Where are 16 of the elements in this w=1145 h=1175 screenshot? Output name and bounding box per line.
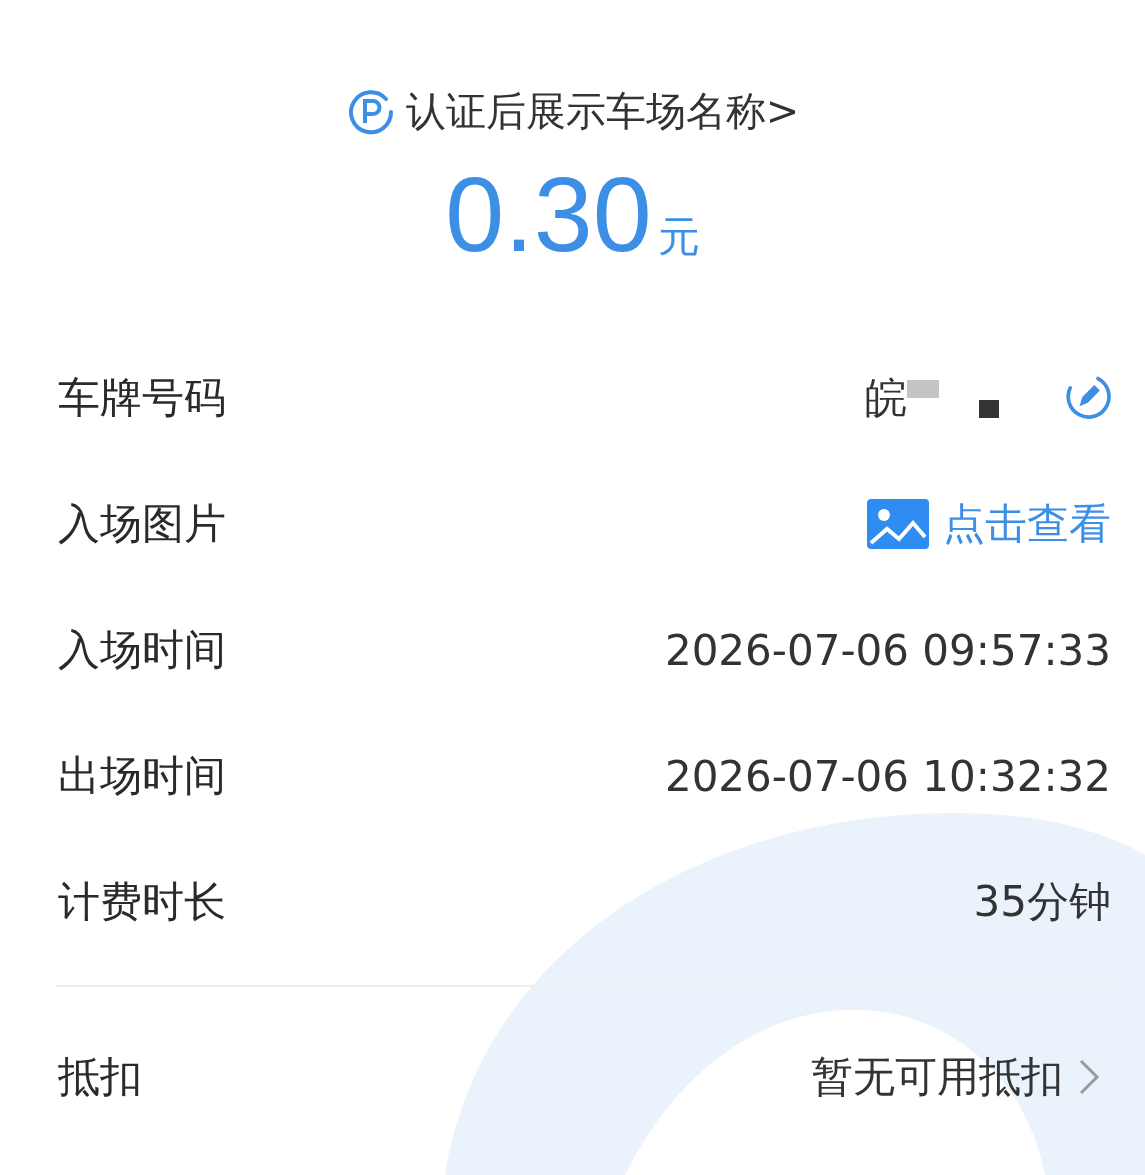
row-label: 入场图片	[58, 498, 226, 550]
plate-number: 皖	[865, 372, 907, 424]
image-icon	[867, 499, 929, 549]
deduction-value[interactable]: 暂无可用抵扣	[811, 1049, 1063, 1105]
row-label: 计费时长	[58, 876, 226, 928]
row-value: 2026-07-06 10:32:32	[664, 751, 1111, 801]
fee-amount: 0.30	[445, 161, 652, 267]
row-label: 出场时间	[58, 750, 226, 802]
parking-lot-link[interactable]: 认证后展示车场名称>	[405, 84, 800, 139]
row-label: 入场时间	[58, 624, 226, 676]
row-value: 2026-07-06 09:57:33	[664, 625, 1111, 675]
chevron-right-icon[interactable]	[1077, 1057, 1101, 1097]
row-label: 抵扣	[58, 1051, 142, 1103]
row-label: 车牌号码	[58, 372, 226, 424]
currency-unit: 元	[657, 211, 700, 263]
row-value: 35分钟	[973, 876, 1111, 928]
